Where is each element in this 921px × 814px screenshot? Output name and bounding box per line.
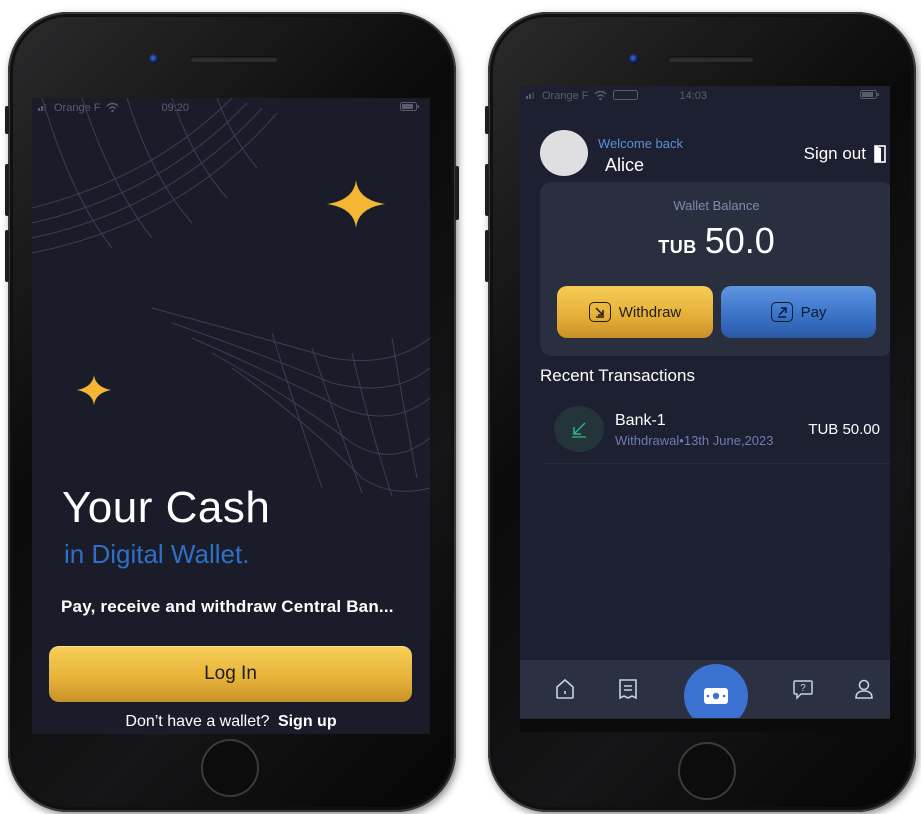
door-icon <box>874 145 886 163</box>
wallet-icon[interactable] <box>684 664 748 718</box>
small-star-icon <box>77 375 111 405</box>
power-button <box>455 166 459 220</box>
home-button[interactable] <box>201 739 259 797</box>
front-camera <box>629 54 639 64</box>
recent-transactions-title: Recent Transactions <box>540 366 695 385</box>
hero-subtitle: in Digital Wallet. <box>64 539 250 569</box>
wireframe-decoration <box>32 98 430 497</box>
volume-down-button <box>5 230 9 282</box>
bottom-nav: ? <box>520 660 890 718</box>
battery-mini-icon <box>613 89 639 103</box>
wallet-balance-card: Wallet Balance TUB 50.0 Withdraw Pay <box>540 182 890 356</box>
signup-link[interactable]: Sign up <box>278 713 337 730</box>
mute-switch <box>5 106 9 134</box>
pay-icon <box>770 302 793 322</box>
signup-prompt: Don’t have a wallet? <box>125 713 270 730</box>
pay-label: Pay <box>800 303 827 321</box>
svg-text:?: ? <box>800 683 806 694</box>
receipt-icon[interactable] <box>618 678 638 700</box>
sign-out-label: Sign out <box>803 144 866 163</box>
withdraw-icon <box>588 302 611 322</box>
status-bar: Orange F 14:03 <box>520 86 890 106</box>
home-icon[interactable] <box>554 678 576 700</box>
pay-button[interactable]: Pay <box>721 286 876 338</box>
large-star-icon <box>327 180 385 228</box>
welcome-screen: Orange F 09:20 Your Cash in Digital Wall… <box>32 98 430 734</box>
home-button[interactable] <box>678 742 736 800</box>
user-name: Alice <box>605 155 645 175</box>
earpiece-speaker <box>668 56 754 62</box>
carrier-name: Orange F <box>542 90 589 102</box>
front-camera <box>149 54 159 64</box>
withdrawal-arrow-icon <box>554 406 604 452</box>
transaction-row[interactable]: Bank-1 Withdrawal•13th June,2023 TUB 50.… <box>544 404 890 464</box>
earpiece-speaker <box>190 56 278 62</box>
sign-out-button[interactable]: Sign out <box>804 144 886 164</box>
welcome-text: Welcome back <box>598 136 684 151</box>
dashboard-screen: Orange F 14:03 Welcome back Alice Sign o… <box>520 86 890 718</box>
mute-switch <box>485 106 489 134</box>
signal-icon <box>526 90 538 102</box>
phone-left: Orange F 09:20 Your Cash in Digital Wall… <box>5 12 459 812</box>
transaction-name: Bank-1 <box>615 412 666 429</box>
hero-description: Pay, receive and withdraw Central Ban... <box>61 597 394 616</box>
login-button[interactable]: Log In <box>49 646 412 702</box>
avatar[interactable] <box>540 130 588 176</box>
balance-amount: 50.0 <box>704 220 775 261</box>
status-time: 14:03 <box>679 90 707 102</box>
wifi-icon <box>594 90 607 103</box>
battery-icon <box>860 90 880 102</box>
transaction-meta: Withdrawal•13th June,2023 <box>615 433 774 448</box>
volume-down-button <box>485 230 489 282</box>
transaction-amount: TUB 50.00 <box>808 421 880 438</box>
volume-up-button <box>485 164 489 216</box>
help-icon[interactable]: ? <box>792 678 814 700</box>
profile-icon[interactable] <box>854 678 874 700</box>
withdraw-label: Withdraw <box>618 303 682 321</box>
volume-up-button <box>5 164 9 216</box>
screen-bezel-edge <box>520 718 890 732</box>
hero-title: Your Cash <box>62 483 271 532</box>
signup-row: Don’t have a wallet? Sign up <box>32 713 430 731</box>
wallet-balance-label: Wallet Balance <box>673 198 760 213</box>
phone-right: Orange F 14:03 Welcome back Alice Sign o… <box>485 12 916 812</box>
withdraw-button[interactable]: Withdraw <box>557 286 713 338</box>
wallet-balance: TUB 50.0 <box>540 220 890 262</box>
balance-currency: TUB <box>658 237 697 257</box>
